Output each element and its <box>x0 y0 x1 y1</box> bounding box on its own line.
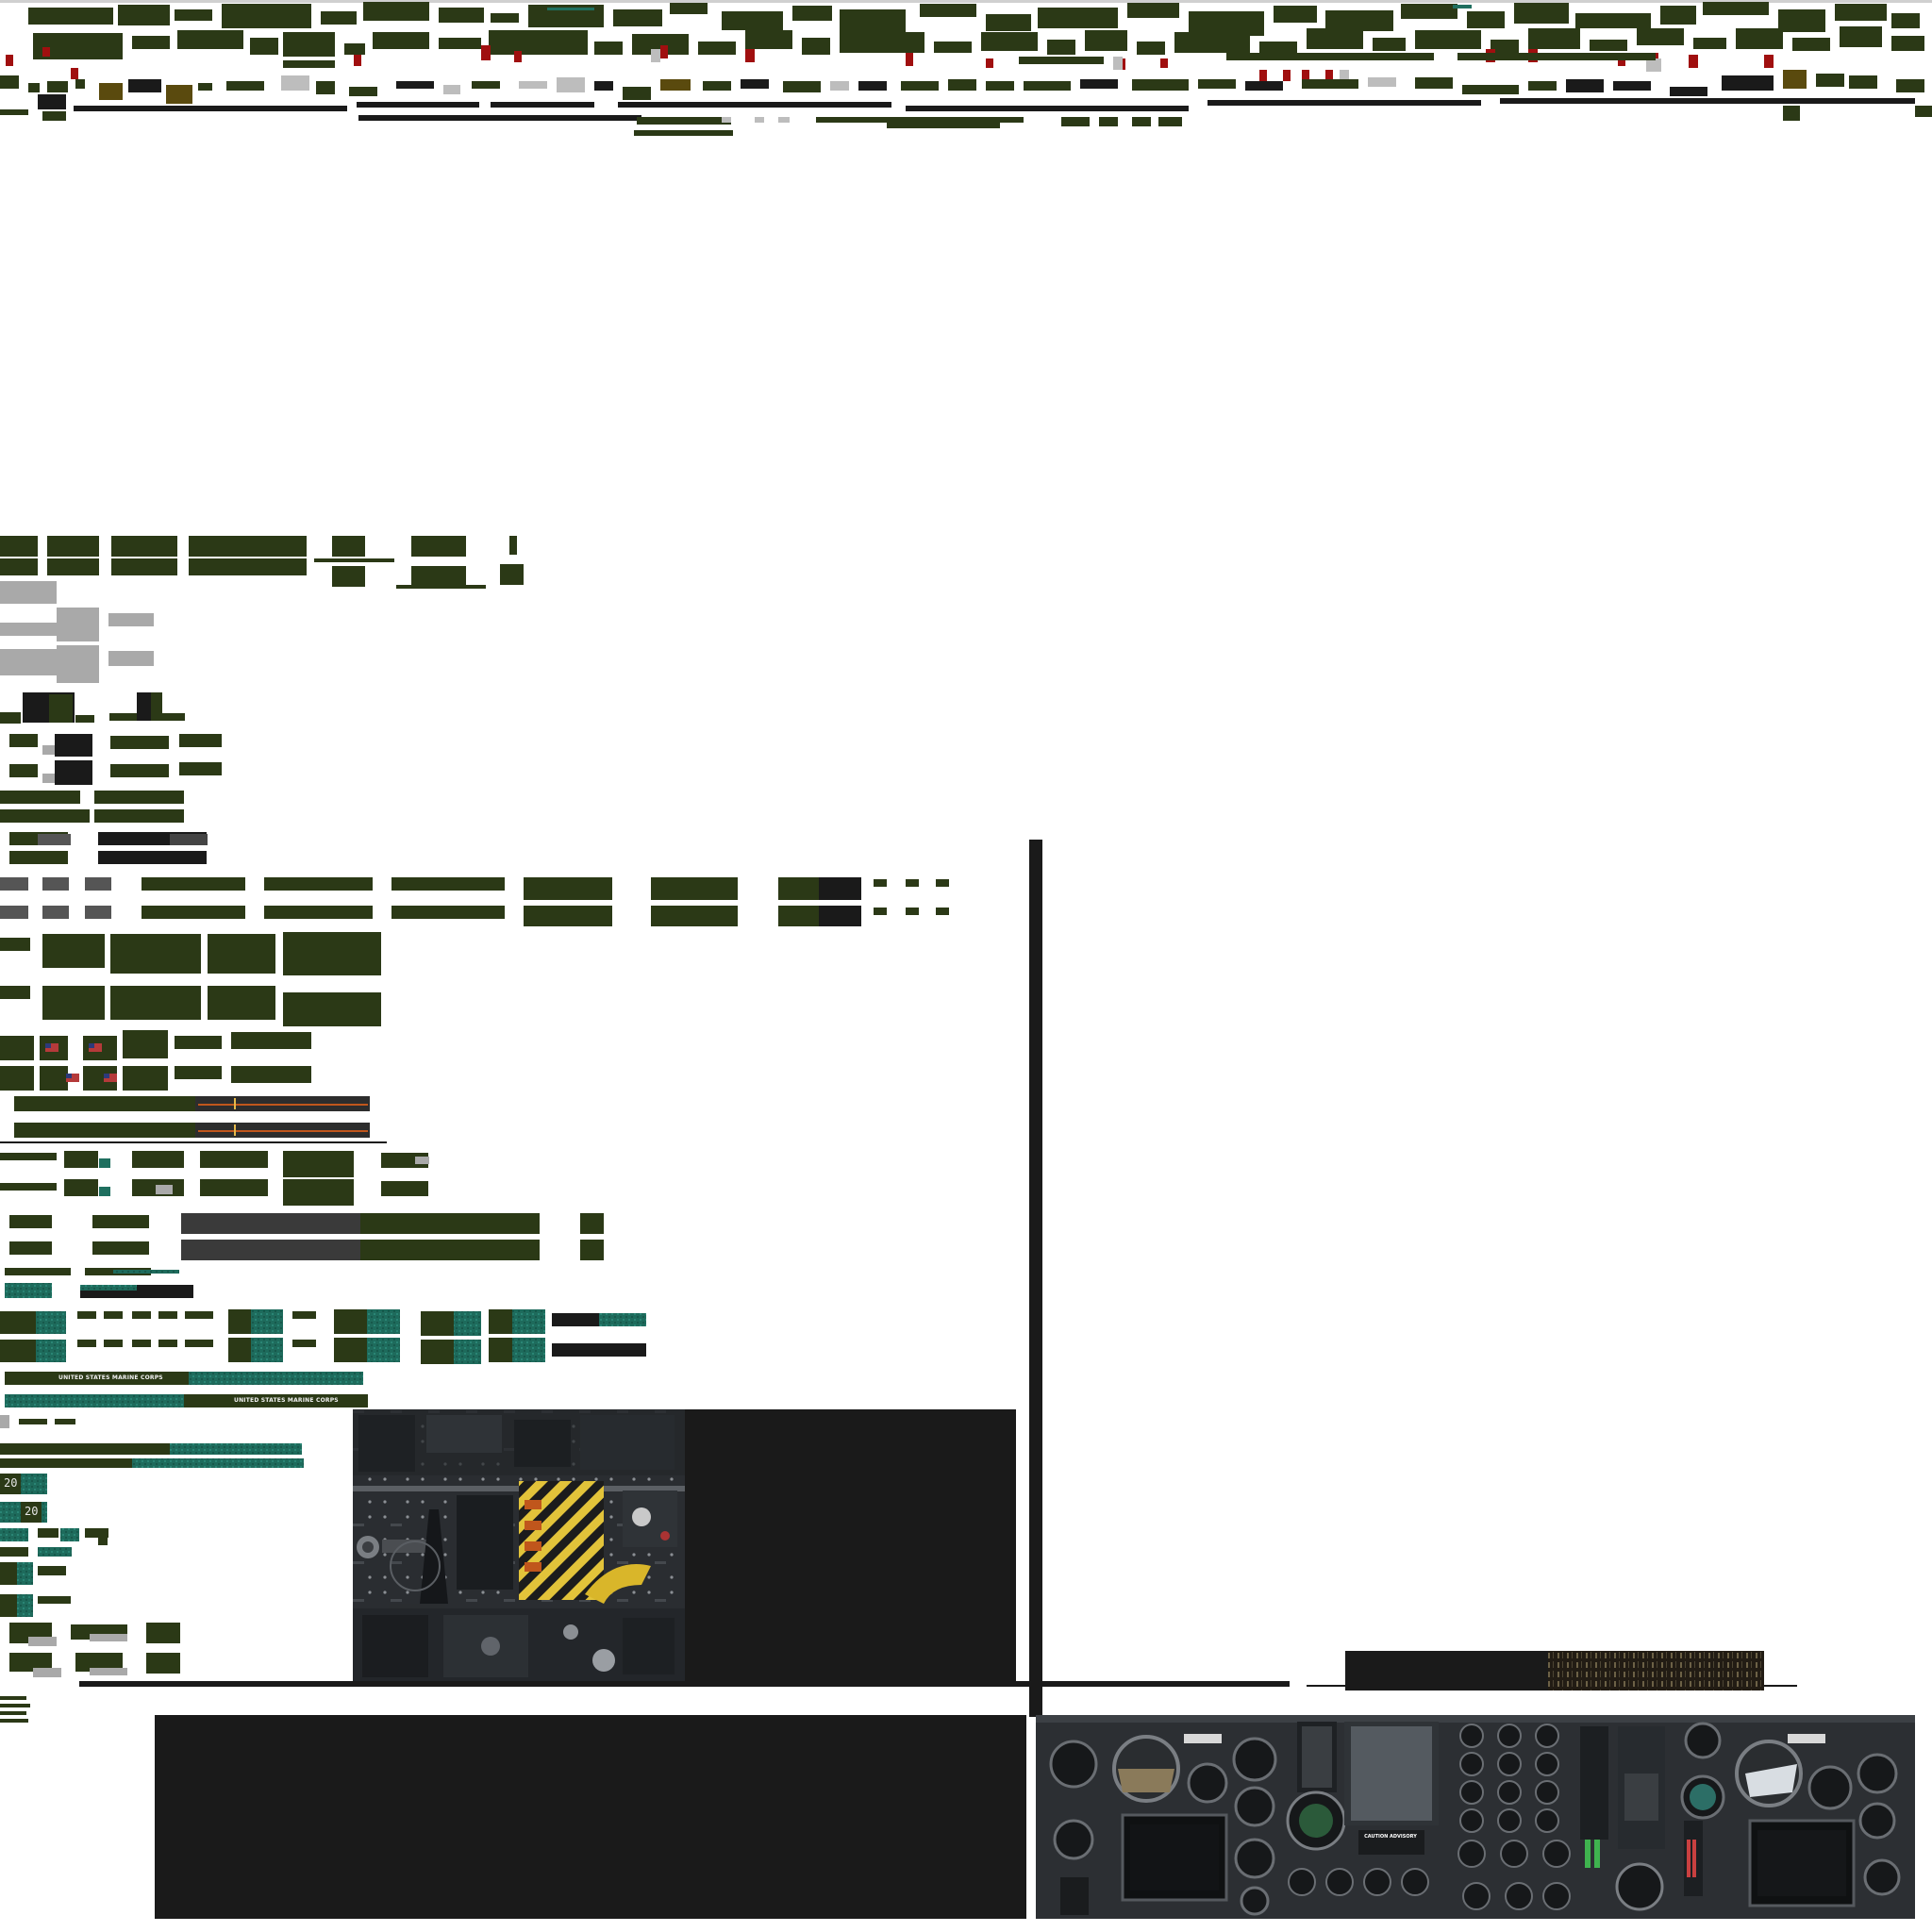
top-texture-strip <box>0 0 1932 136</box>
caution-advisory-label: CAUTION ADVISORY <box>1364 1834 1417 1840</box>
number-tile-b: 20 <box>25 1505 39 1518</box>
overhead-console-photo <box>353 1409 685 1685</box>
number-tile-a: 20 <box>4 1476 18 1490</box>
marine-corps-label-top: UNITED STATES MARINE CORPS <box>58 1374 163 1381</box>
marine-corps-label-bottom: UNITED STATES MARINE CORPS <box>234 1397 339 1404</box>
texture-atlas <box>0 0 1932 1919</box>
instrument-panel-photo <box>1036 1715 1915 1919</box>
